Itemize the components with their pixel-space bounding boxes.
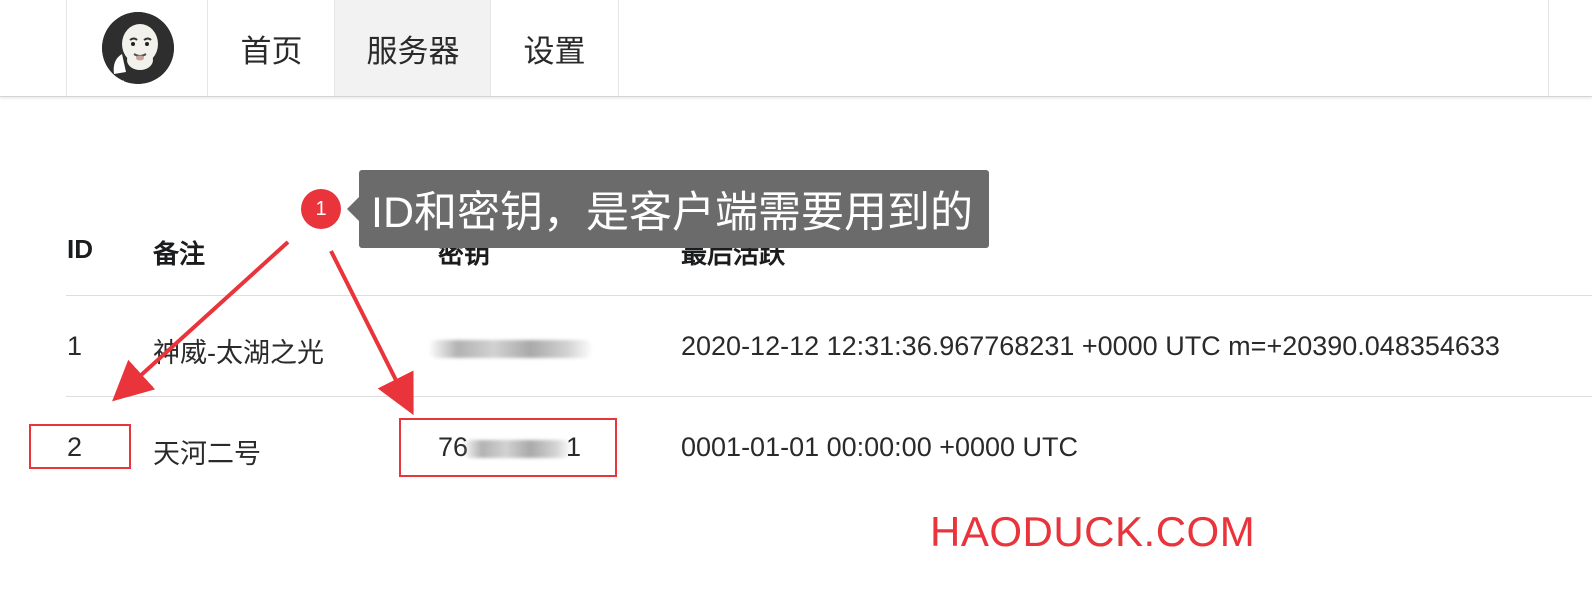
cell-id: 1 — [67, 331, 83, 361]
cell-note: 天河二号 — [153, 439, 261, 469]
nav-servers[interactable]: 服务器 — [334, 0, 491, 96]
arrow-to-key — [329, 250, 414, 416]
column-header-id: ID — [67, 234, 93, 264]
step-badge: 1 — [301, 189, 341, 229]
nav-settings[interactable]: 设置 — [490, 0, 619, 96]
column-header-note: 备注 — [153, 239, 206, 269]
row-divider — [66, 396, 1592, 397]
annotation-tooltip: ID和密钥，是客户端需要用到的 — [347, 170, 989, 248]
highlight-box-key — [399, 418, 617, 477]
cell-last-active: 0001-01-01 00:00:00 +0000 UTC — [681, 432, 1079, 462]
redacted-key — [428, 340, 593, 358]
logo-link[interactable] — [66, 0, 208, 96]
cat-avatar-logo — [101, 12, 174, 84]
header-divider — [66, 295, 1592, 296]
cell-last-active: 2020-12-12 12:31:36.967768231 +0000 UTC … — [681, 331, 1500, 361]
cell-note: 神威-太湖之光 — [153, 338, 324, 368]
top-menu: 首页 服务器 设置 — [0, 0, 1592, 97]
watermark: HAODUCK.COM — [930, 508, 1256, 555]
menu-divider — [1548, 0, 1549, 96]
cat-face-icon — [101, 12, 174, 84]
highlight-box-id — [29, 424, 131, 469]
nav-home[interactable]: 首页 — [207, 0, 335, 96]
